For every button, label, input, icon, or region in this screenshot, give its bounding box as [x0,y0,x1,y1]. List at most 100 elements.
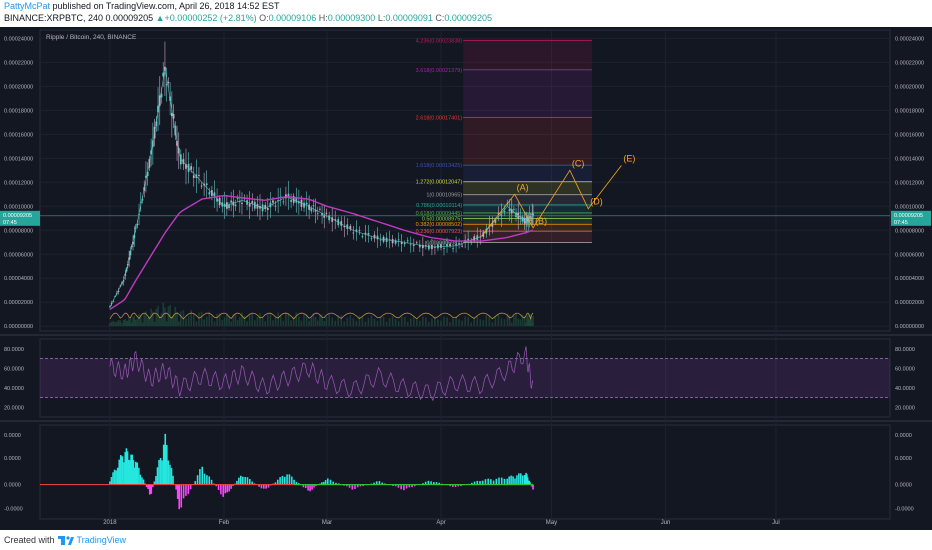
y-tick-label-right: 0.00000000 [895,324,924,330]
rsi-tick-left: 20.0000 [4,405,24,411]
volume-bar [205,316,208,326]
oscillator-bar [158,459,160,485]
volume-bar [112,320,115,326]
volume-bar [340,315,343,326]
volume-bar [500,318,503,326]
tradingview-link[interactable]: TradingView [77,535,127,545]
close-value: 0.00009205 [444,13,492,23]
oscillator-bar [326,478,329,485]
volume-bar [416,319,418,326]
price-change: +0.00000252 (+2.81%) [164,13,257,23]
oscillator-bar [210,479,213,485]
volume-bar [239,317,241,326]
last-price-value: 0.00009205 [894,213,923,219]
y-tick-label-left: 0.00012000 [4,180,33,186]
candle-body [165,84,168,86]
candle-body [282,201,285,203]
volume-bar [203,319,205,326]
volume-bar [319,314,321,326]
candle-body [406,240,409,242]
oscillator-bar [170,467,173,485]
x-tick-label: Apr [436,520,445,526]
oscillator-bar [167,460,170,485]
bar-countdown: 07:45 [3,220,17,226]
volume-bar [519,319,522,326]
chart-title: Ripple / Bitcoin, 240, BINANCE [46,34,137,41]
candle-body [248,203,251,207]
volume-bar [510,322,513,326]
x-tick-label: Jun [661,520,671,526]
oscillator-bar [290,476,293,485]
y-tick-label-left: 0.00020000 [4,84,33,90]
chart-svg[interactable]: 2018 Feb Mar Apr May Jun Jul 0.00024000 0.000240… [0,27,932,530]
volume-bar [409,318,412,326]
osc-tick-left: 0.0000 [4,456,21,462]
y-tick-label-right: 0.00020000 [895,84,924,90]
oscillator-bar [228,484,230,492]
wave-label: (C) [572,158,585,168]
oscillator-bar [187,484,190,494]
candle-body [323,215,326,218]
candle-body [361,236,364,237]
candle-body [325,212,328,214]
volume-bar [488,316,491,326]
volume-bar [174,306,177,326]
volume-bar [110,321,113,326]
volume-bar [485,315,488,326]
candle-body [424,245,427,246]
candle-body [343,226,346,228]
x-tick-label: 2018 [103,520,117,526]
volume-bar [160,313,163,326]
candle-body [458,243,460,244]
volume-bar [532,315,534,326]
y-tick-label-right: 0.00016000 [895,132,924,138]
y-tick-label-left: 0.00000000 [4,324,33,330]
up-arrow-icon: ▲ [155,13,165,23]
oscillator-bar [110,477,113,485]
oscillator-bar [196,475,199,485]
y-tick-label-right: 0.00008000 [895,228,924,234]
x-tick-label: May [546,520,557,526]
tradingview-logo-icon [57,536,74,546]
volume-bar [279,316,282,326]
candle-body [391,239,394,244]
oscillator-bar [222,484,225,497]
volume-bar [513,315,515,326]
chart-area[interactable]: 2018 Feb Mar Apr May Jun Jul 0.00024000 0.000240… [0,27,932,530]
volume-bar [334,320,337,326]
volume-bar [187,315,190,326]
volume-bar [236,320,239,326]
volume-bar [479,319,482,326]
volume-bar [412,316,415,326]
volume-bar [385,321,388,326]
volume-bar [146,318,149,326]
y-tick-label-left: 0.00022000 [4,60,33,66]
oscillator-bar [487,478,489,485]
last-price: 0.00009205 [105,13,154,23]
volume-bar [346,317,349,326]
volume-bar [515,313,517,326]
volume-bar [141,322,144,326]
rsi-tick-left: 40.0000 [4,386,24,392]
fib-level-label: 1(0.00010965) [426,193,462,199]
osc-tick-left: -0.0000 [4,506,23,512]
fib-zone [463,40,592,70]
candle-body [503,211,506,212]
candle-body [236,198,239,200]
oscillator-bar [178,484,181,510]
candle-body [403,243,406,245]
volume-bar [200,311,203,326]
volume-bar [116,321,118,326]
volume-bar [167,306,170,326]
oscillator-bar [172,475,174,485]
author-link[interactable]: PattyMcPat [4,1,50,11]
x-tick-label: Jul [772,520,780,526]
candle-body [364,232,367,234]
oscillator-bar [532,484,534,490]
created-with-text: Created with [4,535,55,545]
y-tick-label-left: 0.00010000 [4,204,33,210]
volume-bar [198,312,200,326]
oscillator-bar [156,467,159,485]
oscillator-bar [176,484,179,499]
volume-bar [491,322,494,326]
